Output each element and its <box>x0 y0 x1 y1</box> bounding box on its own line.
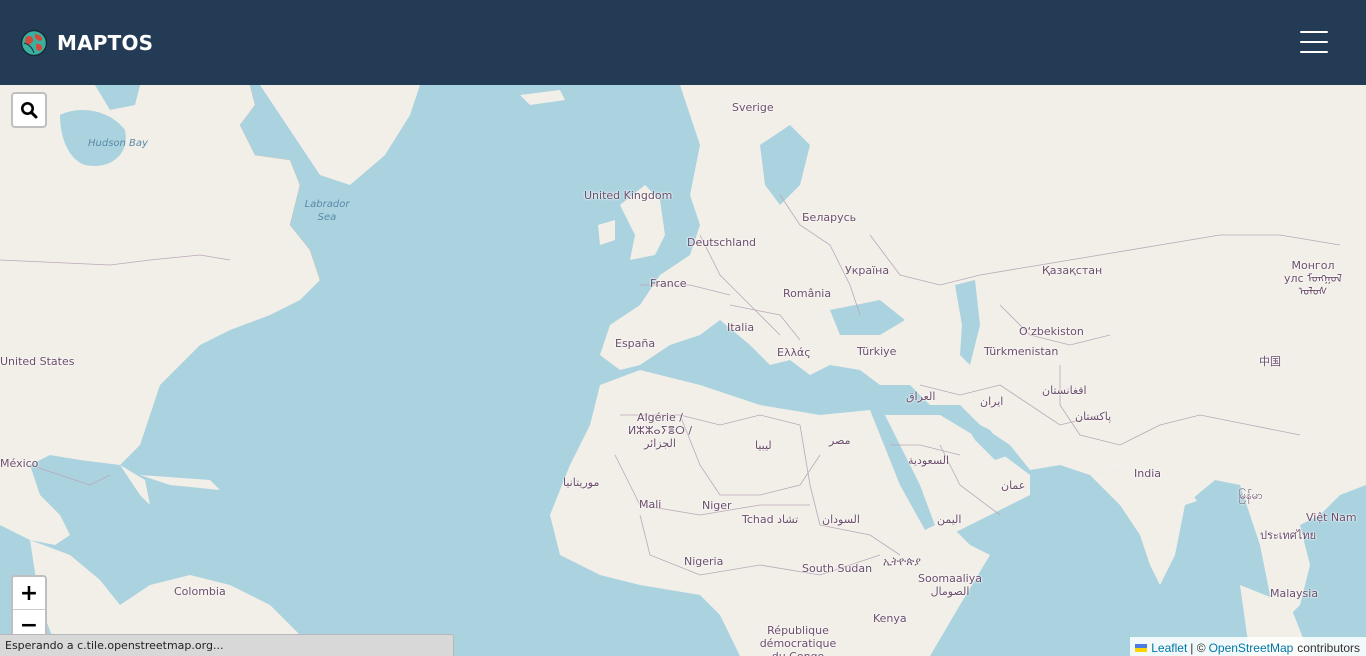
map-label-yemen: اليمن <box>937 513 962 526</box>
map-label-libya: ليبيا <box>755 439 772 452</box>
map-label-afghanistan: افغانستان <box>1042 384 1087 397</box>
search-icon <box>21 102 38 119</box>
map-label-uzbekiston: O‘zbekiston <box>1019 325 1084 338</box>
map-label-turkiye: Türkiye <box>857 345 897 358</box>
map-attribution: Leaflet | © OpenStreetMap contributors <box>1130 637 1366 656</box>
map-label-thailand: ประเทศไทย <box>1260 529 1317 542</box>
map-label-ethiopia: ኢትዮጵያ <box>883 555 921 568</box>
map-label-france: France <box>650 277 687 290</box>
zoom-control: + − <box>11 575 47 643</box>
map-label-myanmar: မြန်မာ <box>1238 489 1263 502</box>
map-label-vietnam: Việt Nam <box>1306 511 1357 524</box>
map-label-deutschland: Deutschland <box>687 236 757 249</box>
map-label-turkmenistan: Türkmenistan <box>984 345 1059 358</box>
map-label-saudi: السعودية <box>908 454 950 467</box>
map-viewport[interactable]: Hudson Bay Labrador Sea Sverige United K… <box>0 85 1366 656</box>
ukraine-flag-icon <box>1135 643 1148 652</box>
map-label-south-sudan: South Sudan <box>802 562 873 575</box>
zoom-in-button[interactable]: + <box>13 577 45 609</box>
map-label-mauritania: موريتانيا <box>563 476 600 489</box>
top-navbar: MAPTOS <box>0 0 1366 85</box>
map-label-mexico: México <box>0 457 39 470</box>
attribution-separator: | © <box>1190 640 1206 655</box>
leaflet-link[interactable]: Leaflet <box>1151 641 1187 655</box>
map-label-iran: ایران <box>980 395 1004 408</box>
map-label-kenya: Kenya <box>873 612 907 625</box>
map-label-united-kingdom: United Kingdom <box>584 189 673 202</box>
map-label-espana: España <box>615 337 656 350</box>
map-label-tchad: Tchad تشاد <box>742 513 799 526</box>
map-label-italia: Italia <box>727 321 755 334</box>
map-label-niger: Niger <box>702 499 732 512</box>
attribution-suffix: contributors <box>1297 640 1360 655</box>
map-label-oman: عمان <box>1001 479 1026 492</box>
map-label-iraq: العراق <box>906 390 936 403</box>
map-label-pakistan: پاکستان <box>1075 410 1112 423</box>
globe-icon <box>20 29 48 56</box>
map-label-mali: Mali <box>639 498 662 511</box>
map-label-ellas: Ελλάς <box>777 346 811 359</box>
map-tiles <box>0 85 1366 656</box>
map-label-united-states: United States <box>0 355 75 368</box>
map-label-mongol: Монгол улс ᠮᠤᠩᠭᠤᠯ ᠤᠯᠤᠰ <box>1284 259 1342 298</box>
map-label-misr: مصر <box>829 434 851 447</box>
map-label-nigeria: Nigeria <box>684 555 724 568</box>
map-label-belarus: Беларусь <box>802 211 857 224</box>
browser-status-bar: Esperando a c.tile.openstreetmap.org... <box>0 634 454 656</box>
map-label-hudson-bay: Hudson Bay <box>88 138 148 149</box>
map-label-romania: România <box>783 287 832 300</box>
map-label-sverige: Sverige <box>732 101 774 114</box>
openstreetmap-link[interactable]: OpenStreetMap <box>1209 641 1294 655</box>
brand-link[interactable]: MAPTOS <box>20 29 153 57</box>
map-label-china: 中国 <box>1259 355 1281 368</box>
map-label-labrador-sea: Labrador Sea <box>304 199 350 223</box>
hamburger-menu-icon[interactable] <box>1300 29 1328 55</box>
map-search-button[interactable] <box>11 92 47 128</box>
brand-name: MAPTOS <box>57 30 154 55</box>
map-label-sudan: السودان <box>822 513 860 526</box>
map-label-algerie: Algérie / ⵍⵣⵣⴰⵢⴻⵔ / الجزائر <box>627 411 693 450</box>
map-label-colombia: Colombia <box>174 585 226 598</box>
map-label-ukraina: Україна <box>845 264 890 277</box>
map-label-rdc: République démocratique du Congo <box>759 624 837 656</box>
map-label-kazakhstan: Қазақстан <box>1042 264 1103 277</box>
map-label-somalia: Soomaaliya الصومال <box>917 572 982 598</box>
map-label-malaysia: Malaysia <box>1270 587 1319 600</box>
map-label-india: India <box>1134 467 1161 480</box>
